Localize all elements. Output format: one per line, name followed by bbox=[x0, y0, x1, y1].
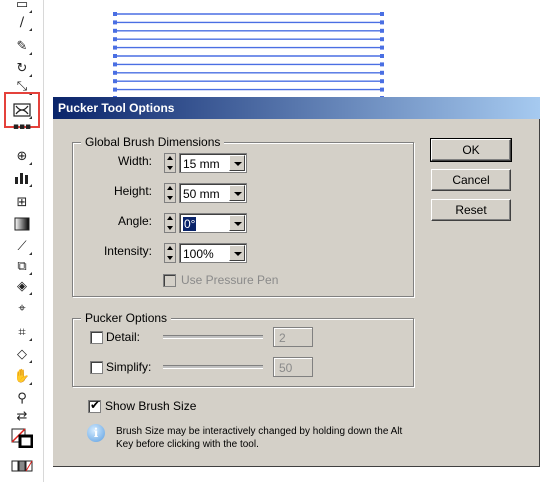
pucker-icon[interactable] bbox=[11, 100, 33, 120]
anchor-point bbox=[113, 87, 117, 92]
width-value: 15 mm bbox=[183, 157, 220, 171]
intensity-label: Intensity: bbox=[103, 244, 152, 258]
symbol-sprayer-icon[interactable]: ⊕ bbox=[11, 146, 33, 166]
pucker-options-group: Pucker Options Detail: 2 Simplify: 50 bbox=[72, 311, 414, 387]
mesh-icon[interactable]: ⊞ bbox=[11, 192, 33, 212]
chevron-down-icon[interactable] bbox=[229, 185, 245, 201]
anchor-point bbox=[380, 54, 384, 58]
cancel-button[interactable]: Cancel bbox=[431, 169, 511, 191]
anchor-point bbox=[380, 12, 384, 16]
info-text-line-1: Brush Size may be interactively changed … bbox=[116, 426, 403, 437]
eraser-icon[interactable]: ◇ bbox=[11, 344, 33, 364]
anchor-point bbox=[113, 45, 117, 50]
info-text: Brush Size may be interactively changed … bbox=[116, 425, 416, 451]
fill-stroke-icon[interactable] bbox=[11, 428, 33, 448]
slice-icon[interactable]: ⌗ bbox=[11, 322, 33, 342]
height-stepper[interactable] bbox=[164, 183, 176, 203]
width-stepper[interactable] bbox=[164, 153, 176, 173]
simplify-checkbox[interactable] bbox=[90, 361, 103, 374]
info-icon: i bbox=[87, 424, 105, 442]
tools-panel: ▭ ∕ ✎ ↻ ⤡ ▪▪▪ ⊕ ⊞ ⟋ ⧉ ◈ ⌖ ⌗ ◇ ✋ ⚲ ⇄ ▭ bbox=[0, 0, 44, 482]
anchor-point bbox=[113, 62, 117, 67]
height-combo[interactable]: 50 mm bbox=[179, 183, 247, 203]
intensity-stepper[interactable] bbox=[164, 243, 176, 263]
rotate-icon[interactable]: ↻ bbox=[11, 58, 33, 78]
anchor-point bbox=[380, 37, 384, 42]
pencil-icon[interactable]: ✎ bbox=[11, 36, 33, 56]
anchor-point bbox=[113, 28, 117, 33]
height-value: 50 mm bbox=[183, 187, 220, 201]
intensity-combo[interactable]: 100% bbox=[179, 243, 247, 263]
dialog-title: Pucker Tool Options bbox=[58, 101, 175, 115]
pucker-options-legend: Pucker Options bbox=[81, 311, 172, 325]
detail-value: 2 bbox=[279, 331, 286, 345]
swap-colors-icon[interactable]: ⇄ bbox=[11, 406, 33, 426]
simplify-slider[interactable] bbox=[163, 365, 263, 369]
reset-button[interactable]: Reset bbox=[431, 199, 511, 221]
anchor-point bbox=[113, 79, 117, 84]
blend-icon[interactable]: ⧉ bbox=[11, 256, 33, 276]
width-label: Width: bbox=[117, 154, 152, 168]
canvas: ▭ ∕ ✎ ↻ ⤡ ▪▪▪ ⊕ ⊞ ⟋ ⧉ ◈ ⌖ ⌗ ◇ ✋ ⚲ ⇄ ▭ bbox=[0, 0, 540, 482]
width-combo[interactable]: 15 mm bbox=[179, 153, 247, 173]
dialog-titlebar[interactable]: Pucker Tool Options bbox=[53, 97, 540, 119]
anchor-point bbox=[380, 87, 384, 92]
anchor-point bbox=[113, 12, 117, 16]
paintbrush-icon[interactable]: ∕ bbox=[11, 12, 33, 32]
intensity-value: 100% bbox=[183, 247, 214, 261]
ok-button[interactable]: OK bbox=[430, 138, 512, 162]
angle-combo[interactable]: 0° bbox=[179, 213, 247, 233]
detail-field[interactable]: 2 bbox=[273, 327, 313, 347]
anchor-point bbox=[380, 45, 384, 50]
column-graph-icon[interactable] bbox=[11, 168, 33, 188]
color-mode-icon[interactable] bbox=[11, 456, 33, 476]
info-text-line-2: Key before clicking with the tool. bbox=[116, 439, 259, 450]
anchor-point bbox=[113, 70, 117, 75]
artwork-lines bbox=[113, 12, 384, 100]
live-paint-selection-icon[interactable]: ⌖ bbox=[11, 298, 33, 318]
detail-label: Detail: bbox=[106, 330, 141, 344]
use-pressure-pen-checkbox[interactable] bbox=[163, 274, 176, 287]
simplify-label: Simplify: bbox=[106, 360, 152, 374]
chevron-down-icon[interactable] bbox=[229, 215, 245, 231]
height-label: Height: bbox=[113, 184, 152, 198]
simplify-value: 50 bbox=[279, 361, 293, 375]
pucker-tool-options-dialog: Pucker Tool Options Global Brush Dimensi… bbox=[53, 97, 540, 467]
simplify-field[interactable]: 50 bbox=[273, 357, 313, 377]
angle-stepper[interactable] bbox=[164, 213, 176, 233]
anchor-point bbox=[380, 20, 384, 25]
detail-slider[interactable] bbox=[163, 335, 263, 339]
anchor-point bbox=[380, 79, 384, 84]
global-brush-dimensions-group: Global Brush Dimensions Width: 15 mm Hei… bbox=[72, 135, 414, 297]
hand-icon[interactable]: ✋ bbox=[11, 366, 33, 386]
show-brush-size-label: Show Brush Size bbox=[105, 399, 197, 413]
screen-mode-icon[interactable]: ▭ bbox=[11, 474, 33, 482]
anchor-point bbox=[113, 37, 117, 42]
show-brush-size-checkbox[interactable]: ✔ bbox=[88, 398, 101, 413]
chevron-down-icon[interactable] bbox=[229, 245, 245, 261]
live-paint-bucket-icon[interactable]: ◈ bbox=[11, 276, 33, 296]
angle-label: Angle: bbox=[117, 214, 152, 228]
anchor-point bbox=[113, 20, 117, 25]
anchor-point bbox=[380, 28, 384, 33]
use-pressure-pen-label: Use Pressure Pen bbox=[181, 273, 279, 287]
zoom-icon[interactable]: ⚲ bbox=[11, 388, 33, 408]
anchor-point bbox=[380, 62, 384, 67]
eyedropper-icon[interactable]: ⟋ bbox=[11, 236, 33, 256]
detail-checkbox[interactable] bbox=[90, 331, 103, 344]
gradient-icon[interactable] bbox=[11, 214, 33, 234]
angle-value: 0° bbox=[183, 217, 197, 231]
chevron-down-icon[interactable] bbox=[229, 155, 245, 171]
dotted-separator-icon: ▪▪▪ bbox=[12, 122, 32, 132]
global-brush-dimensions-legend: Global Brush Dimensions bbox=[81, 135, 225, 149]
checkmark-icon: ✔ bbox=[90, 398, 101, 412]
anchor-point bbox=[380, 70, 384, 75]
anchor-point bbox=[113, 54, 117, 58]
